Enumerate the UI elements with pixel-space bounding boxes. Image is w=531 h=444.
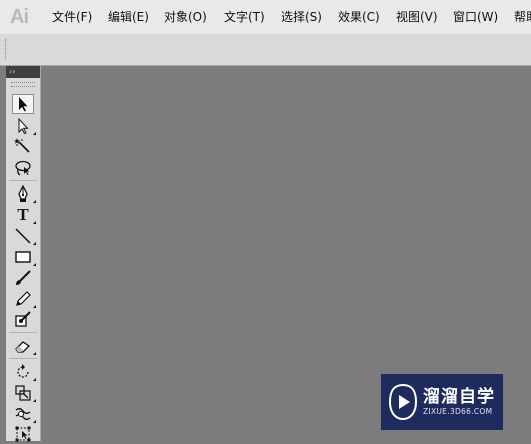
magic-wand-icon bbox=[14, 138, 30, 153]
warp-tool[interactable] bbox=[12, 404, 36, 424]
menu-view[interactable]: 视图(V) bbox=[396, 0, 438, 34]
watermark-badge: 溜溜自学 ZIXUE.3D66.COM bbox=[381, 374, 503, 430]
pen-tool[interactable] bbox=[12, 184, 36, 204]
menu-bar: Ai 文件(F) 编辑(E) 对象(O) 文字(T) 选择(S) 效果(C) 视… bbox=[0, 0, 531, 35]
type-tool[interactable]: T bbox=[12, 205, 36, 225]
direct-selection-tool[interactable] bbox=[12, 116, 36, 136]
app-logo: Ai bbox=[10, 6, 29, 28]
scale-icon bbox=[15, 385, 31, 401]
scale-tool[interactable] bbox=[12, 383, 36, 403]
free-transform-tool[interactable] bbox=[12, 424, 34, 444]
collapse-icon[interactable]: ›› bbox=[9, 67, 15, 77]
menu-edit[interactable]: 编辑(E) bbox=[108, 0, 149, 34]
tools-panel-header[interactable]: ›› bbox=[6, 66, 40, 78]
watermark-title: 溜溜自学 bbox=[423, 387, 495, 407]
menu-window[interactable]: 窗口(W) bbox=[453, 0, 498, 34]
paintbrush-tool[interactable] bbox=[12, 268, 34, 288]
rotate-tool[interactable] bbox=[12, 362, 36, 382]
type-icon: T bbox=[17, 205, 29, 224]
watermark-url: ZIXUE.3D66.COM bbox=[423, 407, 493, 416]
blob-brush-icon bbox=[15, 311, 31, 327]
paintbrush-icon bbox=[16, 270, 31, 285]
tools-panel-grip[interactable] bbox=[11, 82, 35, 87]
menu-select[interactable]: 选择(S) bbox=[281, 0, 322, 34]
menu-object[interactable]: 对象(O) bbox=[164, 0, 207, 34]
control-bar bbox=[0, 34, 531, 66]
pen-icon bbox=[18, 185, 28, 202]
lasso-icon bbox=[15, 160, 31, 176]
selection-arrow-icon bbox=[19, 97, 28, 112]
play-logo-icon bbox=[388, 383, 418, 421]
menu-type[interactable]: 文字(T) bbox=[224, 0, 265, 34]
eraser-icon bbox=[15, 341, 31, 353]
line-segment-tool[interactable] bbox=[12, 226, 36, 246]
lasso-tool[interactable] bbox=[12, 158, 34, 178]
control-bar-grip[interactable] bbox=[5, 39, 8, 59]
rectangle-icon bbox=[15, 251, 31, 263]
selection-tool[interactable] bbox=[12, 94, 34, 114]
menu-effect[interactable]: 效果(C) bbox=[338, 0, 380, 34]
magic-wand-tool[interactable] bbox=[12, 136, 34, 156]
pencil-icon bbox=[16, 291, 31, 306]
direct-selection-arrow-icon bbox=[18, 117, 29, 135]
eraser-tool[interactable] bbox=[12, 336, 36, 356]
menu-help[interactable]: 帮助 bbox=[514, 0, 531, 34]
rotate-icon bbox=[17, 364, 29, 378]
tools-panel: ›› T bbox=[6, 66, 41, 444]
pencil-tool[interactable] bbox=[12, 289, 36, 309]
menu-file[interactable]: 文件(F) bbox=[52, 0, 92, 34]
line-icon bbox=[15, 228, 31, 244]
blob-brush-tool[interactable] bbox=[12, 309, 34, 329]
free-transform-icon bbox=[15, 426, 31, 442]
warp-icon bbox=[15, 408, 31, 420]
rectangle-tool[interactable] bbox=[12, 247, 36, 267]
